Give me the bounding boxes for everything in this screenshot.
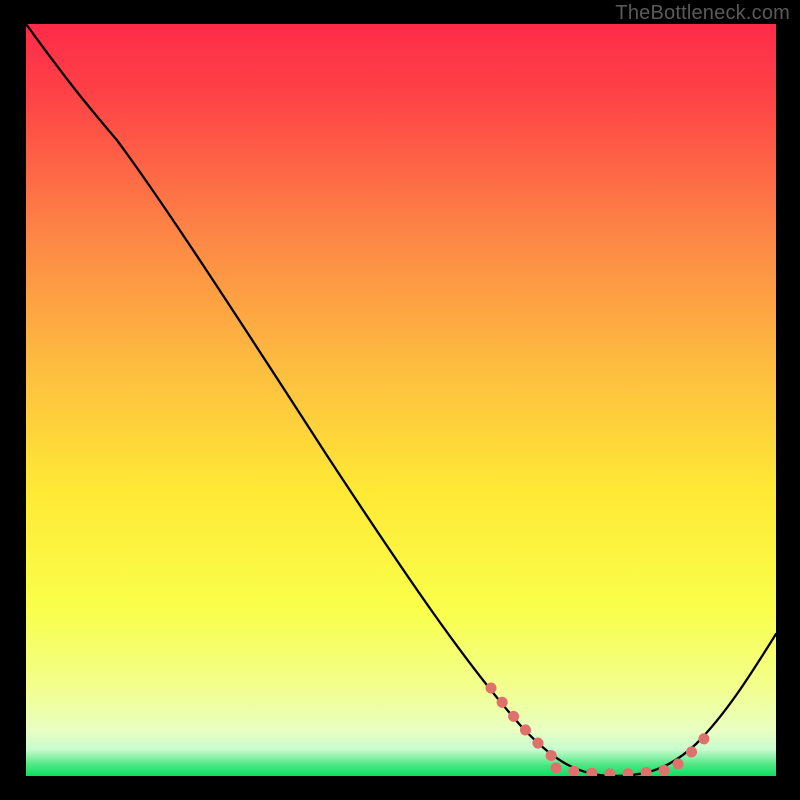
bottleneck-plot	[26, 24, 776, 776]
chart-stage: TheBottleneck.com	[0, 0, 800, 800]
attribution-label: TheBottleneck.com	[615, 2, 790, 25]
gradient-background	[26, 24, 776, 776]
highlight-valley-floor	[556, 768, 666, 774]
